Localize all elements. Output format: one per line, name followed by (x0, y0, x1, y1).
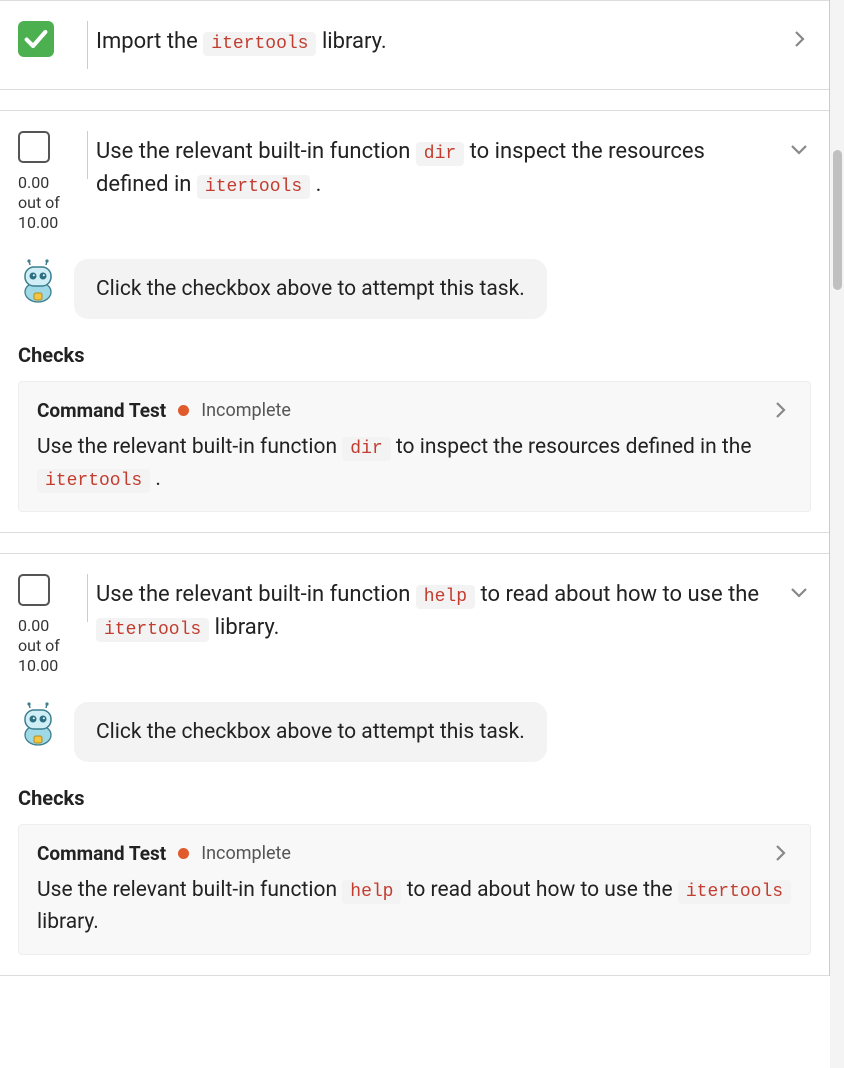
score-display: 0.00out of10.00 (18, 173, 60, 233)
checkmark-icon (22, 25, 50, 53)
checkbox-done[interactable] (18, 21, 54, 57)
code-token: help (416, 585, 475, 609)
task-description: Use the relevant built-in function help … (96, 574, 771, 644)
divider (78, 574, 96, 622)
chevron-down-icon (787, 580, 811, 604)
text-fragment: Use the relevant built-in function (37, 435, 342, 459)
task-header[interactable]: Import the itertools library. (18, 21, 811, 69)
status-column (18, 21, 78, 57)
text-fragment: Import the (96, 29, 203, 54)
text-fragment: Use the relevant built-in function (96, 139, 416, 164)
score-max: 10.00 (18, 213, 60, 233)
score-current: 0.00 (18, 173, 60, 193)
text-fragment: to read about how to use the (475, 582, 759, 607)
status-column: 0.00out of10.00 (18, 574, 78, 676)
chevron-right-icon (768, 398, 792, 422)
task-header[interactable]: 0.00out of10.00 Use the relevant built-in… (18, 131, 811, 233)
status-dot-icon (178, 405, 189, 416)
chevron-right-icon (787, 27, 811, 51)
check-body: Use the relevant built-in function help … (37, 875, 792, 938)
code-token: itertools (197, 175, 310, 199)
text-fragment: . (150, 467, 161, 491)
code-token: dir (416, 142, 464, 166)
status-dot-icon (178, 848, 189, 859)
check-status: Incomplete (201, 843, 291, 864)
status-column: 0.00out of10.00 (18, 131, 78, 233)
score-current: 0.00 (18, 616, 60, 636)
task-item: 0.00out of10.00 Use the relevant built-in… (0, 553, 829, 976)
chevron-down-icon (787, 137, 811, 161)
task-item: 0.00out of10.00 Use the relevant built-in… (0, 110, 829, 533)
bot-message-row: Click the checkbox above to attempt this… (18, 259, 811, 319)
checkbox[interactable] (18, 131, 50, 163)
code-token: help (342, 880, 401, 904)
check-status: Incomplete (201, 400, 291, 421)
task-item: Import the itertools library. (0, 0, 829, 90)
code-token: itertools (678, 880, 791, 904)
bot-avatar-icon (18, 702, 58, 746)
bot-avatar-icon (18, 259, 58, 303)
divider (78, 131, 96, 179)
check-title: Command Test (37, 399, 166, 422)
expand-toggle[interactable] (771, 574, 811, 604)
code-token: itertools (203, 32, 316, 56)
bot-message: Click the checkbox above to attempt this… (74, 702, 547, 762)
checkbox[interactable] (18, 574, 50, 606)
text-fragment: to inspect the resources defined in the (391, 435, 752, 459)
check-body: Use the relevant built-in function dir t… (37, 432, 792, 495)
task-header[interactable]: 0.00out of10.00 Use the relevant built-in… (18, 574, 811, 676)
check-card[interactable]: Command Test Incomplete Use the relevant b… (18, 824, 811, 955)
check-title: Command Test (37, 842, 166, 865)
task-description: Use the relevant built-in function dir t… (96, 131, 771, 201)
score-label: out of (18, 636, 60, 656)
text-fragment: to read about how to use the (401, 878, 677, 902)
checks-heading: Checks (18, 786, 811, 810)
score-label: out of (18, 193, 60, 213)
scrollbar-thumb[interactable] (833, 150, 842, 290)
scrollbar-track[interactable] (830, 0, 844, 1068)
chevron-right-icon (768, 841, 792, 865)
text-fragment: library. (316, 29, 386, 54)
check-card[interactable]: Command Test Incomplete Use the relevant b… (18, 381, 811, 512)
score-max: 10.00 (18, 656, 60, 676)
code-token: dir (342, 437, 390, 461)
code-token: itertools (96, 618, 209, 642)
checks-heading: Checks (18, 343, 811, 367)
text-fragment: library. (37, 910, 99, 934)
bot-message: Click the checkbox above to attempt this… (74, 259, 547, 319)
expand-toggle[interactable] (771, 131, 811, 161)
check-header: Command Test Incomplete (37, 398, 792, 422)
expand-toggle[interactable] (771, 21, 811, 51)
bot-message-row: Click the checkbox above to attempt this… (18, 702, 811, 762)
score-display: 0.00out of10.00 (18, 616, 60, 676)
task-list: Import the itertools library.0.00out of1… (0, 0, 830, 976)
text-fragment: Use the relevant built-in function (96, 582, 416, 607)
text-fragment: Use the relevant built-in function (37, 878, 342, 902)
divider (78, 21, 96, 69)
text-fragment: library. (209, 615, 279, 640)
code-token: itertools (37, 469, 150, 493)
text-fragment: . (310, 172, 321, 197)
check-header: Command Test Incomplete (37, 841, 792, 865)
task-description: Import the itertools library. (96, 21, 771, 58)
